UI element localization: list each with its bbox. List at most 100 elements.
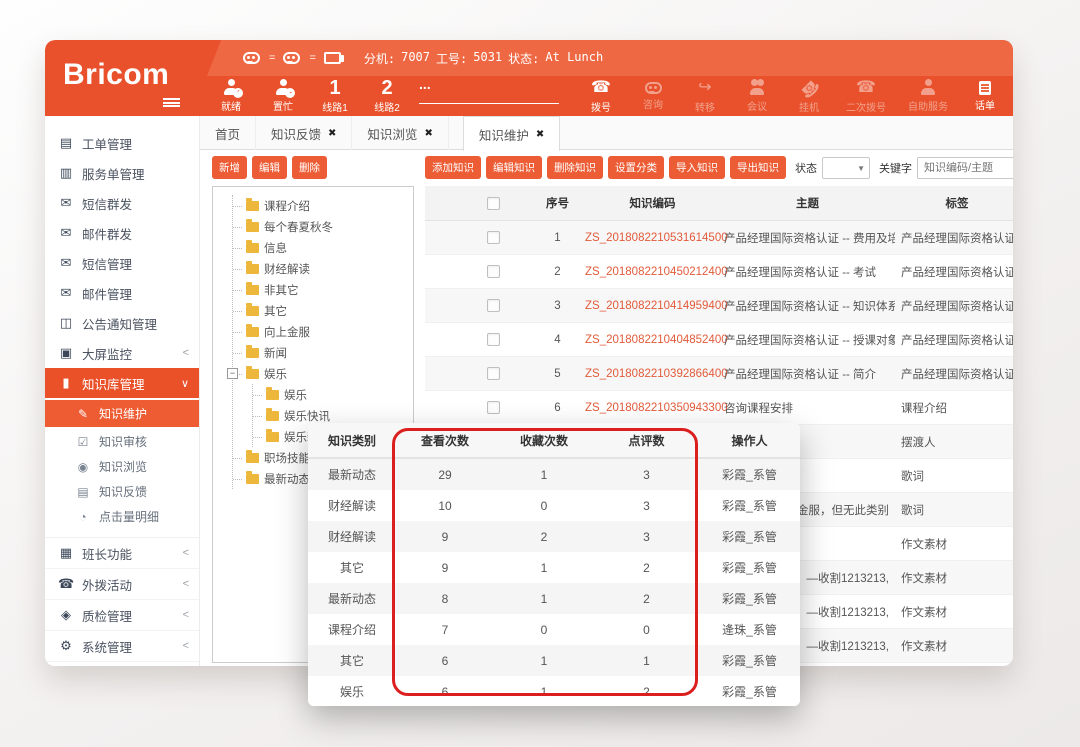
tree-node[interactable]: 新闻: [233, 342, 413, 363]
agent-label: 工号:: [436, 50, 467, 67]
sidebar-item-knowledge-browse[interactable]: ◉ 知识浏览: [45, 454, 199, 479]
folder-icon: [246, 264, 259, 274]
tree-node[interactable]: 其它: [233, 300, 413, 321]
table-row[interactable]: 3 ZS_2018082210414959400 产品经理国际资格认证 -- 知…: [425, 289, 1013, 323]
page-background: = = 分机: 7007 工号: 5031 状态: At Lunch Brico…: [0, 0, 1080, 747]
conference-button[interactable]: 会议: [731, 79, 783, 116]
table-row[interactable]: 5 ZS_2018082210392866400 产品经理国际资格认证 -- 简…: [425, 357, 1013, 391]
status-filter-label: 状态: [795, 160, 817, 176]
sidebar-item-workorder[interactable]: ▤ 工单管理: [45, 128, 199, 158]
knowledge-code-link[interactable]: ZS_2018082210392866400: [585, 368, 720, 380]
tree-node-expanded[interactable]: − 娱乐: [233, 363, 413, 384]
chat-icon[interactable]: [283, 52, 300, 64]
import-knowledge-button[interactable]: 导入知识: [669, 156, 725, 179]
tree-node[interactable]: 课程介绍: [233, 195, 413, 216]
row-checkbox[interactable]: [487, 265, 500, 278]
keyword-input[interactable]: [917, 157, 1013, 179]
table-row[interactable]: 1 ZS_2018082210531614500 产品经理国际资格认证 -- 费…: [425, 221, 1013, 255]
row-checkbox[interactable]: [487, 299, 500, 312]
transfer-button[interactable]: ↪ 转移: [679, 79, 731, 116]
knowledge-code-link[interactable]: ZS_2018082210404852400: [585, 334, 720, 346]
knowledge-code-link[interactable]: ZS_2018082210414959400: [585, 300, 720, 312]
tree-node[interactable]: 非其它: [233, 279, 413, 300]
tree-edit-button[interactable]: 编辑: [252, 156, 287, 179]
tab-home[interactable]: 首页: [200, 116, 256, 150]
wechat-icon[interactable]: [243, 52, 260, 64]
knowledge-code-link[interactable]: ZS_2018082210350943300: [585, 402, 720, 414]
set-category-button[interactable]: 设置分类: [608, 156, 664, 179]
table-row[interactable]: 4 ZS_2018082210404852400 产品经理国际资格认证 -- 授…: [425, 323, 1013, 357]
wechat-status-dash: =: [269, 52, 274, 64]
hangup-button[interactable]: ☎ 挂机: [783, 79, 835, 116]
line2-button[interactable]: 2 线路2: [361, 79, 413, 116]
transfer-icon: ↪: [698, 79, 711, 97]
sidebar-item-mail-manage[interactable]: ✉ 邮件管理: [45, 278, 199, 308]
sidebar-item-announcement[interactable]: ◫ 公告通知管理: [45, 308, 199, 338]
consult-button[interactable]: 咨询: [627, 79, 679, 116]
add-knowledge-button[interactable]: 添加知识: [425, 156, 481, 179]
sidebar-item-mail-broadcast[interactable]: ✉ 邮件群发: [45, 218, 199, 248]
tab-knowledge-feedback[interactable]: 知识反馈 ✖: [256, 116, 352, 150]
consult-icon: [645, 82, 662, 94]
sidebar-item-system[interactable]: ⚙ 系统管理 <: [45, 631, 199, 662]
line1-button[interactable]: 1 线路1: [309, 79, 361, 116]
callsheet-button[interactable]: 话单: [959, 79, 1011, 116]
tree-node[interactable]: 财经解读: [233, 258, 413, 279]
agent-busy-button[interactable]: − 置忙: [257, 79, 309, 116]
tree-node[interactable]: 向上金服: [233, 321, 413, 342]
tab-knowledge-maintain[interactable]: 知识维护 ✖: [463, 116, 560, 151]
selfservice-button[interactable]: 自助服务: [897, 79, 959, 116]
sidebar-bottom-group: ▦ 班长功能 < ☎ 外拨活动 < ◈ 质检管理 < ⚙ 系统管理 <: [45, 537, 199, 662]
agent-ready-icon: ✓: [223, 79, 240, 96]
sidebar-item-knowledge-maintain[interactable]: ✎ 知识维护: [45, 400, 199, 427]
select-all-checkbox[interactable]: [487, 197, 500, 210]
sidebar-item-sms-manage[interactable]: ✉ 短信管理: [45, 248, 199, 278]
export-knowledge-button[interactable]: 导出知识: [730, 156, 786, 179]
knowledge-code-link[interactable]: ZS_2018082210531614500: [585, 232, 720, 244]
tab-knowledge-browse[interactable]: 知识浏览 ✖: [352, 116, 448, 150]
sidebar-item-click-detail[interactable]: ◔ 点击量明细: [45, 504, 199, 529]
close-icon[interactable]: ✖: [328, 128, 336, 139]
tree-delete-button[interactable]: 删除: [292, 156, 327, 179]
status-select[interactable]: ▼: [822, 157, 870, 179]
video-icon[interactable]: [324, 52, 341, 64]
knowledge-toolbar: 添加知识 编辑知识 删除知识 设置分类 导入知识 导出知识 状态 ▼ 关键字: [425, 156, 1013, 179]
collapse-toggle-icon[interactable]: −: [227, 368, 238, 379]
sidebar-item-serviceticket[interactable]: ▥ 服务单管理: [45, 158, 199, 188]
row-checkbox[interactable]: [487, 333, 500, 346]
popup-row: 课程介绍700逄珠_系管: [308, 614, 800, 645]
row-checkbox[interactable]: [487, 367, 500, 380]
tree-node[interactable]: 信息: [233, 237, 413, 258]
logout-button[interactable]: → 登出: [1011, 79, 1013, 116]
row-checkbox[interactable]: [487, 231, 500, 244]
sidebar-item-knowledge-feedback[interactable]: ▤ 知识反馈: [45, 479, 199, 504]
knowledge-code-link[interactable]: ZS_2018082210450212400: [585, 266, 720, 278]
dial-button[interactable]: ☎ 拨号: [575, 79, 627, 116]
edit-knowledge-button[interactable]: 编辑知识: [486, 156, 542, 179]
monitor-icon: ▣: [58, 345, 74, 361]
folder-icon: [246, 474, 259, 484]
mail-broadcast-icon: ✉: [58, 225, 74, 241]
sidebar-item-qa[interactable]: ◈ 质检管理 <: [45, 600, 199, 631]
col-no: 序号: [530, 195, 585, 211]
table-row[interactable]: 6 ZS_2018082210350943300 咨询课程安排 课程介绍: [425, 391, 1013, 425]
close-icon[interactable]: ✖: [536, 129, 544, 140]
table-row[interactable]: 2 ZS_2018082210450212400 产品经理国际资格认证 -- 考…: [425, 255, 1013, 289]
sidebar-item-monitor[interactable]: ▣ 大屏监控 <: [45, 338, 199, 368]
delete-knowledge-button[interactable]: 删除知识: [547, 156, 603, 179]
menu-toggle-icon[interactable]: [163, 98, 180, 107]
sidebar-item-knowledgebase[interactable]: ▮ 知识库管理 ∨: [45, 368, 199, 398]
redial-button[interactable]: ☎ 二次拨号: [835, 79, 897, 116]
agent-ready-button[interactable]: ✓ 就绪: [205, 79, 257, 116]
close-icon[interactable]: ✖: [424, 128, 432, 139]
sidebar-item-sms-broadcast[interactable]: ✉ 短信群发: [45, 188, 199, 218]
tree-add-button[interactable]: 新增: [212, 156, 247, 179]
tree-node[interactable]: 娱乐: [253, 384, 413, 405]
sidebar-item-supervisor[interactable]: ▦ 班长功能 <: [45, 538, 199, 569]
row-checkbox[interactable]: [487, 401, 500, 414]
sidebar-item-outbound[interactable]: ☎ 外拨活动 <: [45, 569, 199, 600]
tree-node[interactable]: 每个春夏秋冬: [233, 216, 413, 237]
tree-toolbar: 新增 编辑 删除: [212, 156, 327, 179]
chat-status-dash: =: [309, 52, 314, 64]
sidebar-item-knowledge-audit[interactable]: ☑ 知识审核: [45, 429, 199, 454]
